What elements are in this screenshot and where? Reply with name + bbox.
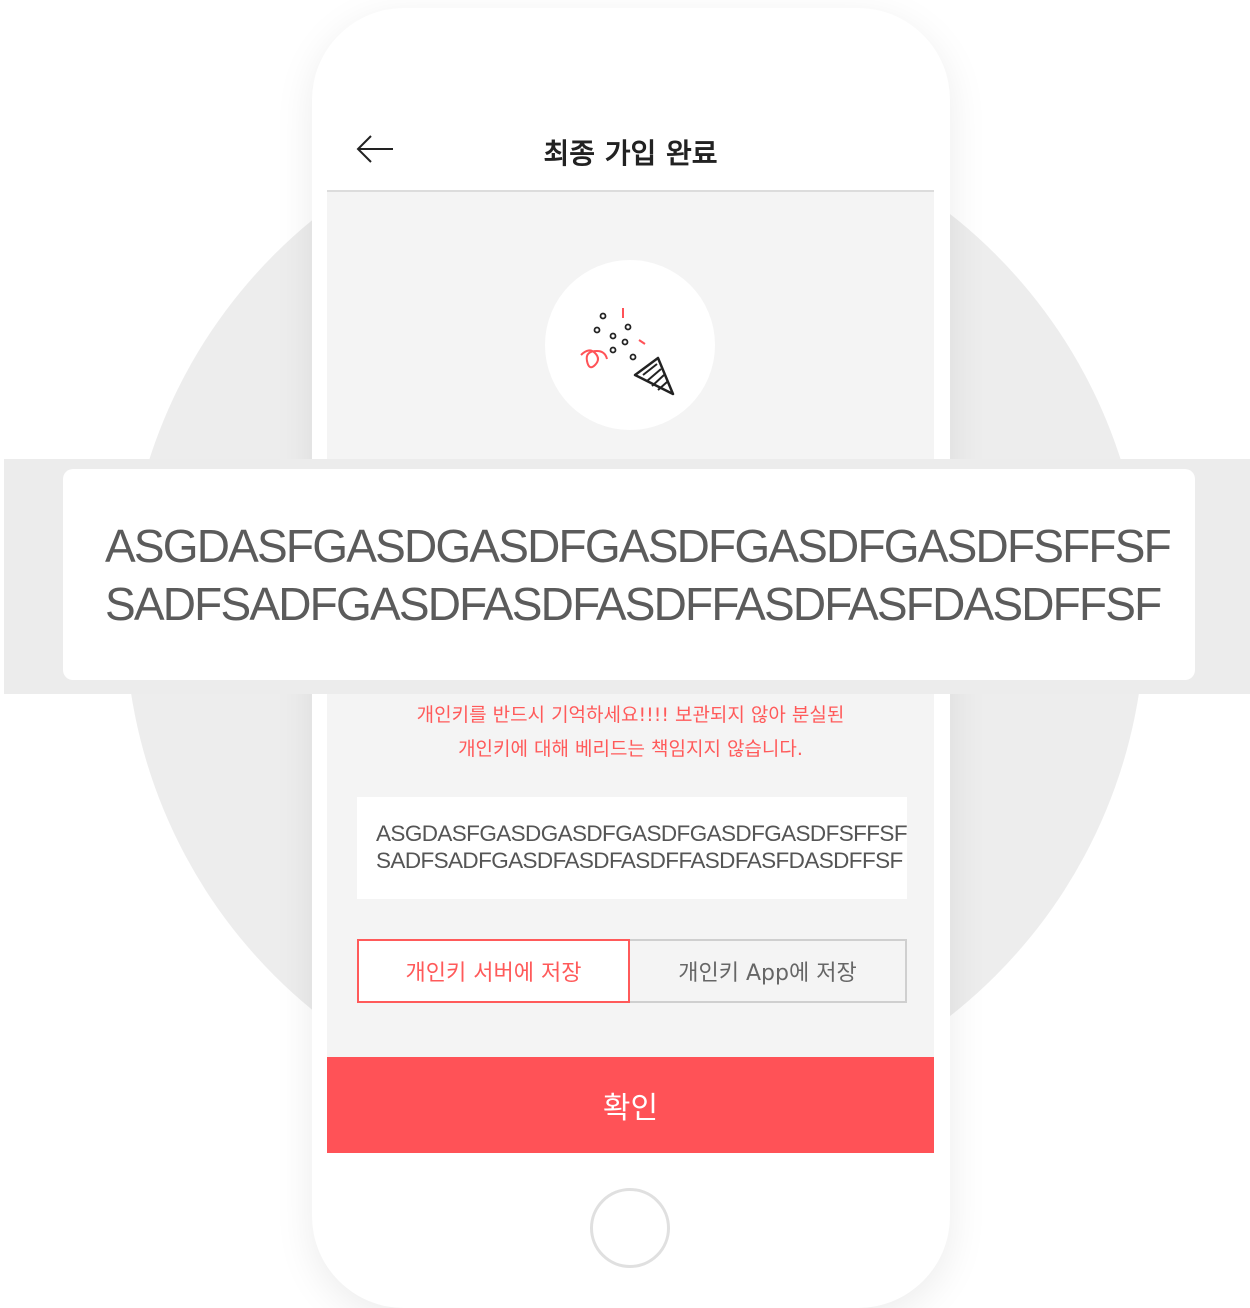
- save-to-app-button[interactable]: 개인키 App에 저장: [630, 939, 907, 1003]
- app-header: 최종 가입 완료: [327, 100, 934, 192]
- overlay-key-line-1: ASGDASFGASDGASDFGASDFGASDFGASDFSFFSF: [105, 520, 1172, 572]
- save-to-server-button[interactable]: 개인키 서버에 저장: [357, 939, 630, 1003]
- save-to-app-label: 개인키 App에 저장: [678, 961, 857, 986]
- party-popper-icon: [580, 308, 675, 396]
- save-to-server-label: 개인키 서버에 저장: [405, 961, 582, 986]
- home-button[interactable]: [590, 1188, 670, 1268]
- private-key-line-1: ASGDASFGASDGASDFGASDFGASDFGASDFSFFSF: [376, 821, 908, 846]
- private-key-warning: 개인키를 반드시 기억하세요!!!! 보관되지 않아 분실된 개인키에 대해 베…: [327, 698, 934, 766]
- warning-line-2: 개인키에 대해 베리드는 책임지지 않습니다.: [458, 738, 803, 760]
- celebration-badge: [545, 260, 715, 430]
- overlay-key-line-2: SADFSADFGASDFASDFASDFFASDFASFDASDFFSF: [105, 578, 1162, 630]
- confirm-button-label: 확인: [602, 1092, 659, 1125]
- key-overlay-card: ASGDASFGASDGASDFGASDFGASDFGASDFSFFSF SAD…: [63, 469, 1195, 680]
- private-key-display: ASGDASFGASDGASDFGASDFGASDFGASDFSFFSF SAD…: [357, 797, 908, 899]
- private-key-line-2: SADFSADFGASDFASDFASDFFASDFASFDASDFFSF: [376, 848, 903, 873]
- warning-line-1: 개인키를 반드시 기억하세요!!!! 보관되지 않아 분실된: [416, 704, 845, 726]
- page-title: 최종 가입 완료: [543, 137, 718, 170]
- confirm-button[interactable]: 확인: [327, 1057, 934, 1153]
